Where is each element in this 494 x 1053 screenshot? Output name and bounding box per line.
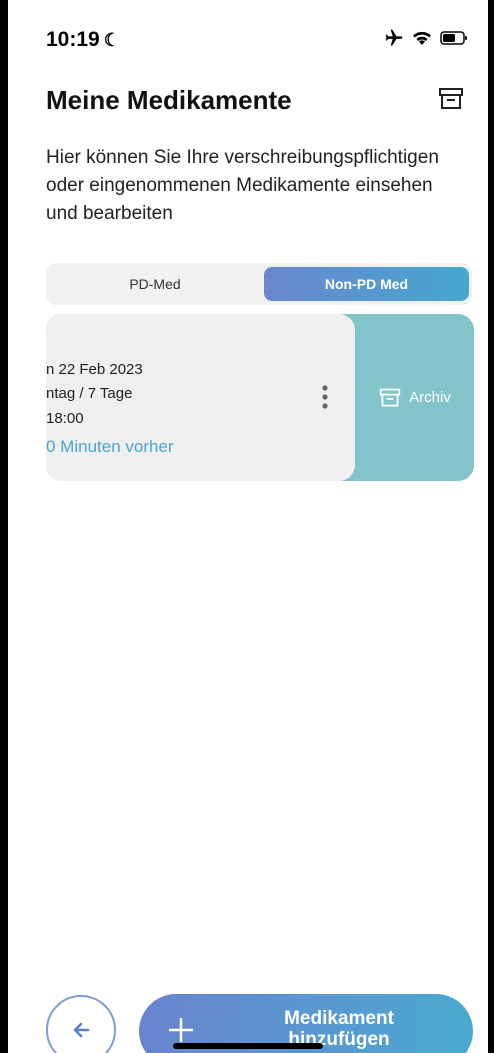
medication-reminder: 0 Minuten vorher <box>46 437 174 456</box>
status-time-text: 10:19 <box>46 28 100 51</box>
airplane-icon <box>385 29 403 46</box>
home-indicator <box>173 1043 323 1049</box>
medication-card-row: Archiv n 22 Feb 2023 ntag / 7 Tage 18:00… <box>46 314 474 481</box>
arrow-left-icon <box>73 1022 90 1038</box>
med-type-segmented-control: PD-Med Non-PD Med <box>46 263 472 305</box>
tab-non-pd-med[interactable]: Non-PD Med <box>264 267 469 301</box>
app-screen: 10:19 ☾ Meine Medikamente Hier können Sie… <box>8 0 488 1053</box>
archive-swipe-label: Archiv <box>409 389 451 406</box>
add-medication-label-line1: Medikament <box>284 1008 394 1029</box>
battery-icon <box>440 31 467 45</box>
status-time: 10:19 ☾ <box>46 28 120 52</box>
medication-card[interactable]: n 22 Feb 2023 ntag / 7 Tage 18:00 0 Minu… <box>46 314 355 481</box>
tab-pd-med[interactable]: PD-Med <box>50 267 260 301</box>
more-options-icon[interactable] <box>318 384 332 414</box>
moon-icon: ☾ <box>103 30 120 50</box>
archive-icon <box>380 388 401 406</box>
status-icons <box>384 28 468 48</box>
status-bar: 10:19 ☾ <box>8 0 488 70</box>
back-button[interactable] <box>46 995 116 1053</box>
archive-swipe-button[interactable]: Archiv <box>356 314 474 481</box>
wifi-icon <box>413 31 431 45</box>
medication-time: 18:00 <box>46 410 84 427</box>
medication-start-date: n 22 Feb 2023 <box>46 361 143 378</box>
medication-schedule: ntag / 7 Tage <box>46 385 133 402</box>
page-title: Meine Medikamente <box>46 85 292 115</box>
page-description: Hier können Sie Ihre verschreibungspflic… <box>46 147 439 224</box>
archive-icon[interactable] <box>438 86 464 112</box>
